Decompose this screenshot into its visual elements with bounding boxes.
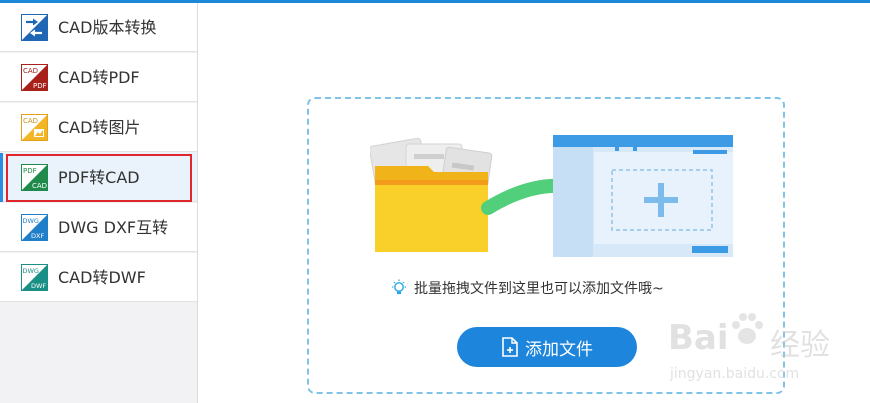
- sidebar-item-label: CAD版本转换: [58, 18, 157, 37]
- watermark-brand: Bai: [668, 318, 729, 358]
- icon-text-dxf: DXF: [31, 232, 44, 240]
- hint-text: 批量拖拽文件到这里也可以添加文件哦~: [414, 281, 664, 297]
- icon-text-cad: CAD: [32, 182, 47, 190]
- dwg-dxf-convert-icon: DWG DXF: [21, 214, 48, 241]
- icon-text-cad: CAD: [23, 67, 38, 75]
- sidebar-item-label: PDF转CAD: [58, 168, 140, 187]
- icon-text-cad: CAD: [23, 117, 38, 125]
- icon-text-dwg: DWG: [23, 267, 39, 275]
- sidebar-item-pdf-to-cad[interactable]: PDF CAD PDF转CAD: [0, 153, 197, 202]
- icon-text-dwg: DWG: [23, 217, 39, 225]
- sidebar-item-cad-version-convert[interactable]: CAD版本转换: [0, 3, 197, 52]
- watermark-brand-cn: 经验: [770, 328, 830, 363]
- icon-text-pdf: PDF: [33, 82, 47, 90]
- sidebar-item-cad-to-pdf[interactable]: CAD PDF CAD转PDF: [0, 53, 197, 102]
- cad-version-convert-icon: [21, 14, 48, 41]
- cad-to-dwf-icon: DWG DWF: [21, 264, 48, 291]
- sidebar: CAD版本转换 CAD PDF CAD转PDF CAD CAD转图片 PDF C…: [0, 3, 198, 403]
- folder-icon: [375, 166, 488, 252]
- active-indicator: [0, 153, 3, 202]
- sidebar-item-cad-to-image[interactable]: CAD CAD转图片: [0, 103, 197, 152]
- sidebar-item-label: DWG DXF互转: [58, 218, 169, 237]
- lightbulb-icon: [392, 279, 406, 295]
- watermark-url: jingyan.baidu.com: [670, 366, 800, 382]
- paw-logo-icon: [732, 313, 763, 344]
- add-file-button[interactable]: 添加文件: [457, 327, 637, 367]
- sidebar-item-cad-to-dwf[interactable]: DWG DWF CAD转DWF: [0, 253, 197, 302]
- add-file-icon: [502, 337, 518, 357]
- drag-drop-illustration: [370, 135, 733, 257]
- cad-to-pdf-icon: CAD PDF: [21, 64, 48, 91]
- sidebar-item-label: CAD转图片: [58, 118, 141, 137]
- cad-to-image-icon: CAD: [21, 114, 48, 141]
- baidu-jingyan-watermark: Bai 经验 jingyan.baidu.com: [666, 310, 866, 395]
- sidebar-item-label: CAD转DWF: [58, 268, 146, 287]
- icon-text-dwf: DWF: [31, 282, 46, 290]
- sidebar-item-dwg-dxf-convert[interactable]: DWG DXF DWG DXF互转: [0, 203, 197, 252]
- sidebar-item-label: CAD转PDF: [58, 68, 140, 87]
- drag-drop-hint: 批量拖拽文件到这里也可以添加文件哦~: [390, 276, 664, 300]
- icon-text-pdf: PDF: [23, 167, 37, 175]
- app-window-icon: [553, 135, 733, 257]
- add-file-button-label: 添加文件: [525, 339, 593, 360]
- pdf-to-cad-icon: PDF CAD: [21, 164, 48, 191]
